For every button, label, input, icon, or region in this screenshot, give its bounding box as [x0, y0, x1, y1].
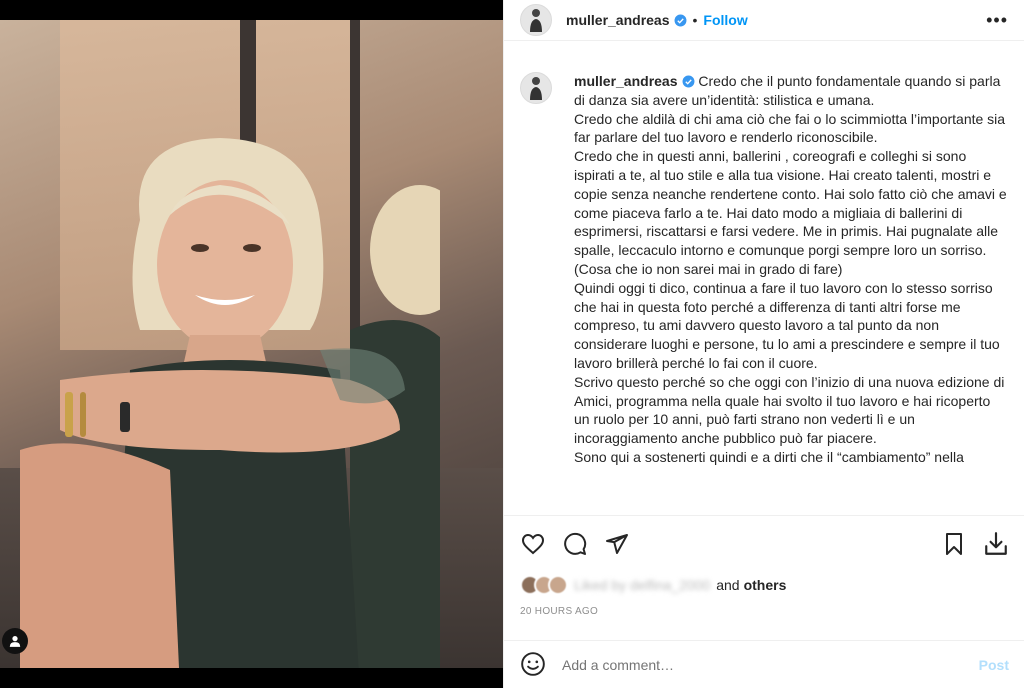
header-username[interactable]: muller_andreas — [566, 12, 670, 28]
follow-button[interactable]: Follow — [703, 12, 747, 28]
user-icon — [9, 636, 21, 647]
emoji-button[interactable] — [520, 651, 548, 679]
bookmark-icon — [946, 532, 962, 555]
caption-paragraph: Sono qui a sostenerti quindi e a dirti c… — [574, 448, 964, 465]
caption-area: muller_andreas Credo che il punto fondam… — [504, 56, 1024, 514]
likes-summary: Liked by delfina_2000 and others — [520, 574, 786, 596]
post-comment-button[interactable]: Post — [979, 657, 1009, 673]
caption-text: muller_andreas Credo che il punto fondam… — [574, 72, 1009, 514]
separator-dot: • — [692, 12, 698, 28]
post-modal: muller_andreas • Follow ••• muller_andre… — [0, 0, 1024, 688]
more-options-icon[interactable]: ••• — [986, 10, 1008, 31]
avatar-figure-icon — [530, 77, 542, 100]
action-bar — [504, 515, 1024, 571]
likes-and-text: and — [716, 577, 740, 593]
caption-username[interactable]: muller_andreas — [574, 73, 678, 89]
verified-badge-icon — [682, 75, 694, 88]
emoji-icon — [521, 651, 545, 676]
verified-badge-icon — [674, 14, 686, 26]
liker-avatar — [548, 575, 568, 595]
heart-icon — [521, 533, 545, 554]
comment-button[interactable] — [562, 531, 588, 557]
download-icon — [985, 531, 1007, 555]
avatar[interactable] — [520, 72, 552, 104]
paper-plane-icon — [606, 533, 628, 554]
share-button[interactable] — [604, 531, 630, 557]
like-button[interactable] — [520, 531, 546, 557]
comment-box: Post — [504, 640, 1024, 688]
post-header: muller_andreas • Follow ••• — [504, 0, 1024, 41]
comment-input[interactable] — [562, 656, 979, 673]
caption-paragraph: Scrivo questo perché so che oggi con l’i… — [574, 373, 1005, 447]
likes-others-link[interactable]: others — [744, 577, 787, 593]
post-timestamp[interactable]: 20 HOURS AGO — [520, 606, 598, 617]
likes-blurred-text[interactable]: Liked by delfina_2000 — [574, 577, 710, 593]
avatar[interactable] — [520, 4, 552, 36]
liker-avatars[interactable] — [520, 575, 568, 595]
caption-paragraph: Credo che aldilà di chi ama ciò che fai … — [574, 110, 1006, 146]
tagged-users-icon[interactable] — [2, 628, 28, 654]
caption-paragraph: Credo che in questi anni, ballerini , co… — [574, 148, 1007, 277]
action-bar-right — [925, 531, 1009, 557]
avatar-figure-icon — [530, 9, 542, 32]
photo-person — [20, 138, 440, 668]
post-photo[interactable] — [0, 20, 503, 668]
download-button[interactable] — [983, 531, 1009, 557]
save-button[interactable] — [941, 531, 967, 557]
caption-paragraph: Quindi oggi ti dico, continua a fare il … — [574, 279, 1000, 371]
comment-bubble-icon — [564, 532, 587, 555]
post-details-panel: muller_andreas • Follow ••• muller_andre… — [503, 0, 1024, 688]
